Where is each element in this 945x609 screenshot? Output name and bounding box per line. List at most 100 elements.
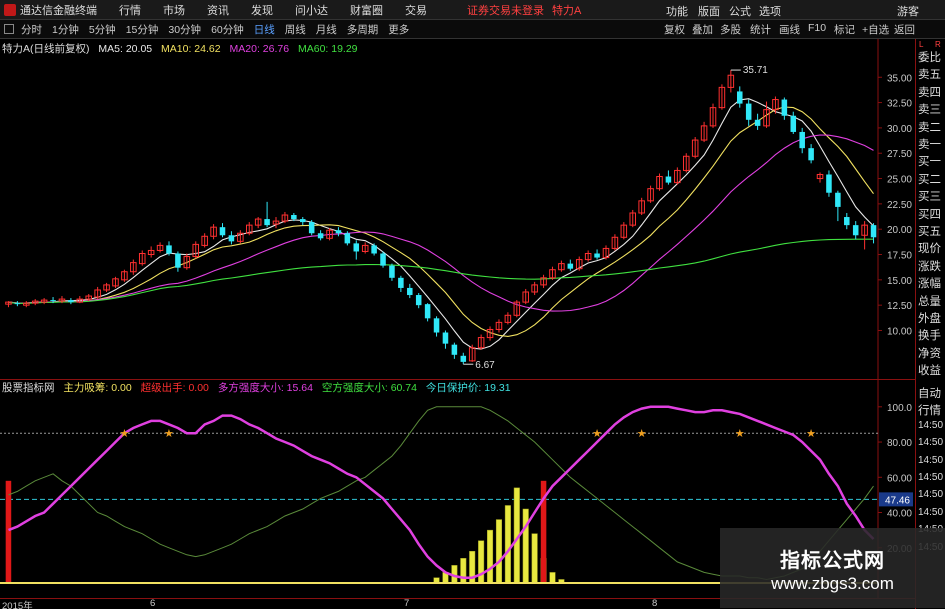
period-15min[interactable]: 15分钟 [121,22,164,37]
menu-layout[interactable]: 版面 [698,3,720,19]
ma60-line [8,238,874,304]
ma10-line [8,106,874,337]
period-5min[interactable]: 5分钟 [84,22,121,37]
panel-item: 买二 [918,173,941,186]
accumulate-bar [460,558,467,584]
menu-item-quotes[interactable]: 行情 [119,2,141,18]
signal-marker-icon: ★ [592,427,602,440]
menu-item-trade[interactable]: 交易 [405,2,427,18]
panel-item: 买四 [918,208,941,221]
menu-item-market[interactable]: 市场 [163,2,185,18]
candle-body-down [835,192,841,207]
period-intraday[interactable]: 分时 [16,22,47,37]
panel-item: 14:50 [918,419,944,431]
price-tick-label: 27.50 [887,149,912,160]
period-daily[interactable]: 日线 [249,22,280,37]
period-1min[interactable]: 1分钟 [47,22,84,37]
candle-body-down [781,99,788,116]
tool-stats[interactable]: 统计 [750,22,771,37]
period-30min[interactable]: 30分钟 [163,22,206,37]
menu-options[interactable]: 选项 [759,3,781,19]
panel-item: 卖三 [918,104,941,117]
menu-guest[interactable]: 游客 [897,3,919,19]
accumulate-bar [478,540,485,584]
tool-f10[interactable]: F10 [808,22,826,34]
price-tick-label: 12.50 [887,301,912,312]
candle-body-down [353,243,360,252]
tool-draw[interactable]: 画线 [779,22,800,37]
tool-mark[interactable]: 标记 [834,22,855,37]
legend-bear-strength: 空方强度大小: 60.74 [321,382,417,394]
panel-item: 换手 [918,330,941,343]
x-label-2015: 2015年 [2,601,33,609]
menu-formula[interactable]: 公式 [729,3,751,19]
panel-item: 外盘 [918,313,941,325]
tool-adjust[interactable]: 复权 [664,22,685,37]
candle-body-down [50,300,56,302]
panel-item: 14:50 [918,437,944,449]
period-more[interactable]: 更多 [383,22,414,37]
period-multi[interactable]: 多周期 [342,22,384,37]
high-price-label: 35.71 [743,65,768,76]
menu-item-wealth[interactable]: 财富圈 [350,2,383,18]
candle-body-down [424,304,431,319]
panel-item: 买五 [918,226,941,238]
signal-marker-icon: ★ [164,427,174,440]
panel-left-marker[interactable]: L [919,40,923,49]
candle-body-down [389,265,395,278]
menu-item-ask[interactable]: 问小达 [295,2,328,18]
candle-body-down [594,253,600,258]
window-icon[interactable] [4,24,14,34]
menu-function[interactable]: 功能 [666,3,688,19]
candle-body-down [371,245,377,254]
panel-item: 买三 [918,191,941,204]
tool-multi-stock[interactable]: 多股 [720,22,741,37]
candle-body-down [291,215,297,220]
watermark-url: www.zbgs3.com [771,574,894,593]
accumulate-bar [504,505,511,584]
tool-back[interactable]: 返回 [894,22,915,37]
period-weekly[interactable]: 周线 [280,22,311,37]
panel-right-marker[interactable]: R [935,40,941,49]
candle-body-down [308,222,315,234]
ma20-line [8,134,874,312]
price-chart[interactable]: 35.00 32.50 30.00 27.50 25.00 22.50 20.00 17.50… [0,39,915,379]
candle-body-down [166,245,172,254]
candle-body-down [852,225,859,236]
candle-body-down [380,253,386,266]
legend-ma10: MA10: 24.62 [161,43,221,55]
panel-item: 14:50 [918,506,944,518]
x-label-aug: 8 [652,598,658,609]
price-tick-label: 20.00 [887,225,912,236]
candle-body-down [799,131,805,149]
candle-body-down [826,174,832,193]
candle-body-down [442,332,449,344]
candle-body-down [335,230,342,234]
menu-bar: 通达信金融终端 行情 市场 资讯 发现 问小达 财富圈 交易 证券交易未登录 特… [0,0,945,20]
candle-body-down [398,277,404,288]
tool-add-watchlist[interactable]: +自选 [862,22,889,37]
menu-item-discover[interactable]: 发现 [251,2,273,18]
tool-overlay[interactable]: 叠加 [692,22,713,37]
panel-item: 涨幅 [918,278,941,291]
candle-body-down [451,344,458,355]
period-monthly[interactable]: 月线 [311,22,342,37]
panel-item: 涨跌 [918,260,941,273]
low-price-label: 6.67 [475,360,495,371]
accumulate-bar [531,533,538,584]
candle-body-down [344,233,351,244]
candle-body-down [415,295,422,306]
x-label-jul: 7 [404,598,410,609]
login-warning[interactable]: 证券交易未登录 [467,2,544,18]
panel-item: 现价 [918,243,941,256]
x-label-jun: 6 [150,598,156,609]
main-legend-title: 特力A(日线前复权) [2,43,90,55]
panel-item: 行情 [918,405,941,418]
panel-item: 卖五 [918,69,941,82]
period-60min[interactable]: 60分钟 [206,22,249,37]
menu-item-news[interactable]: 资讯 [207,2,229,18]
indicator-tick-label: 80.00 [887,438,912,449]
accumulate-bar [522,508,529,584]
panel-item: 14:50 [918,454,944,466]
accumulate-bar [549,572,556,584]
